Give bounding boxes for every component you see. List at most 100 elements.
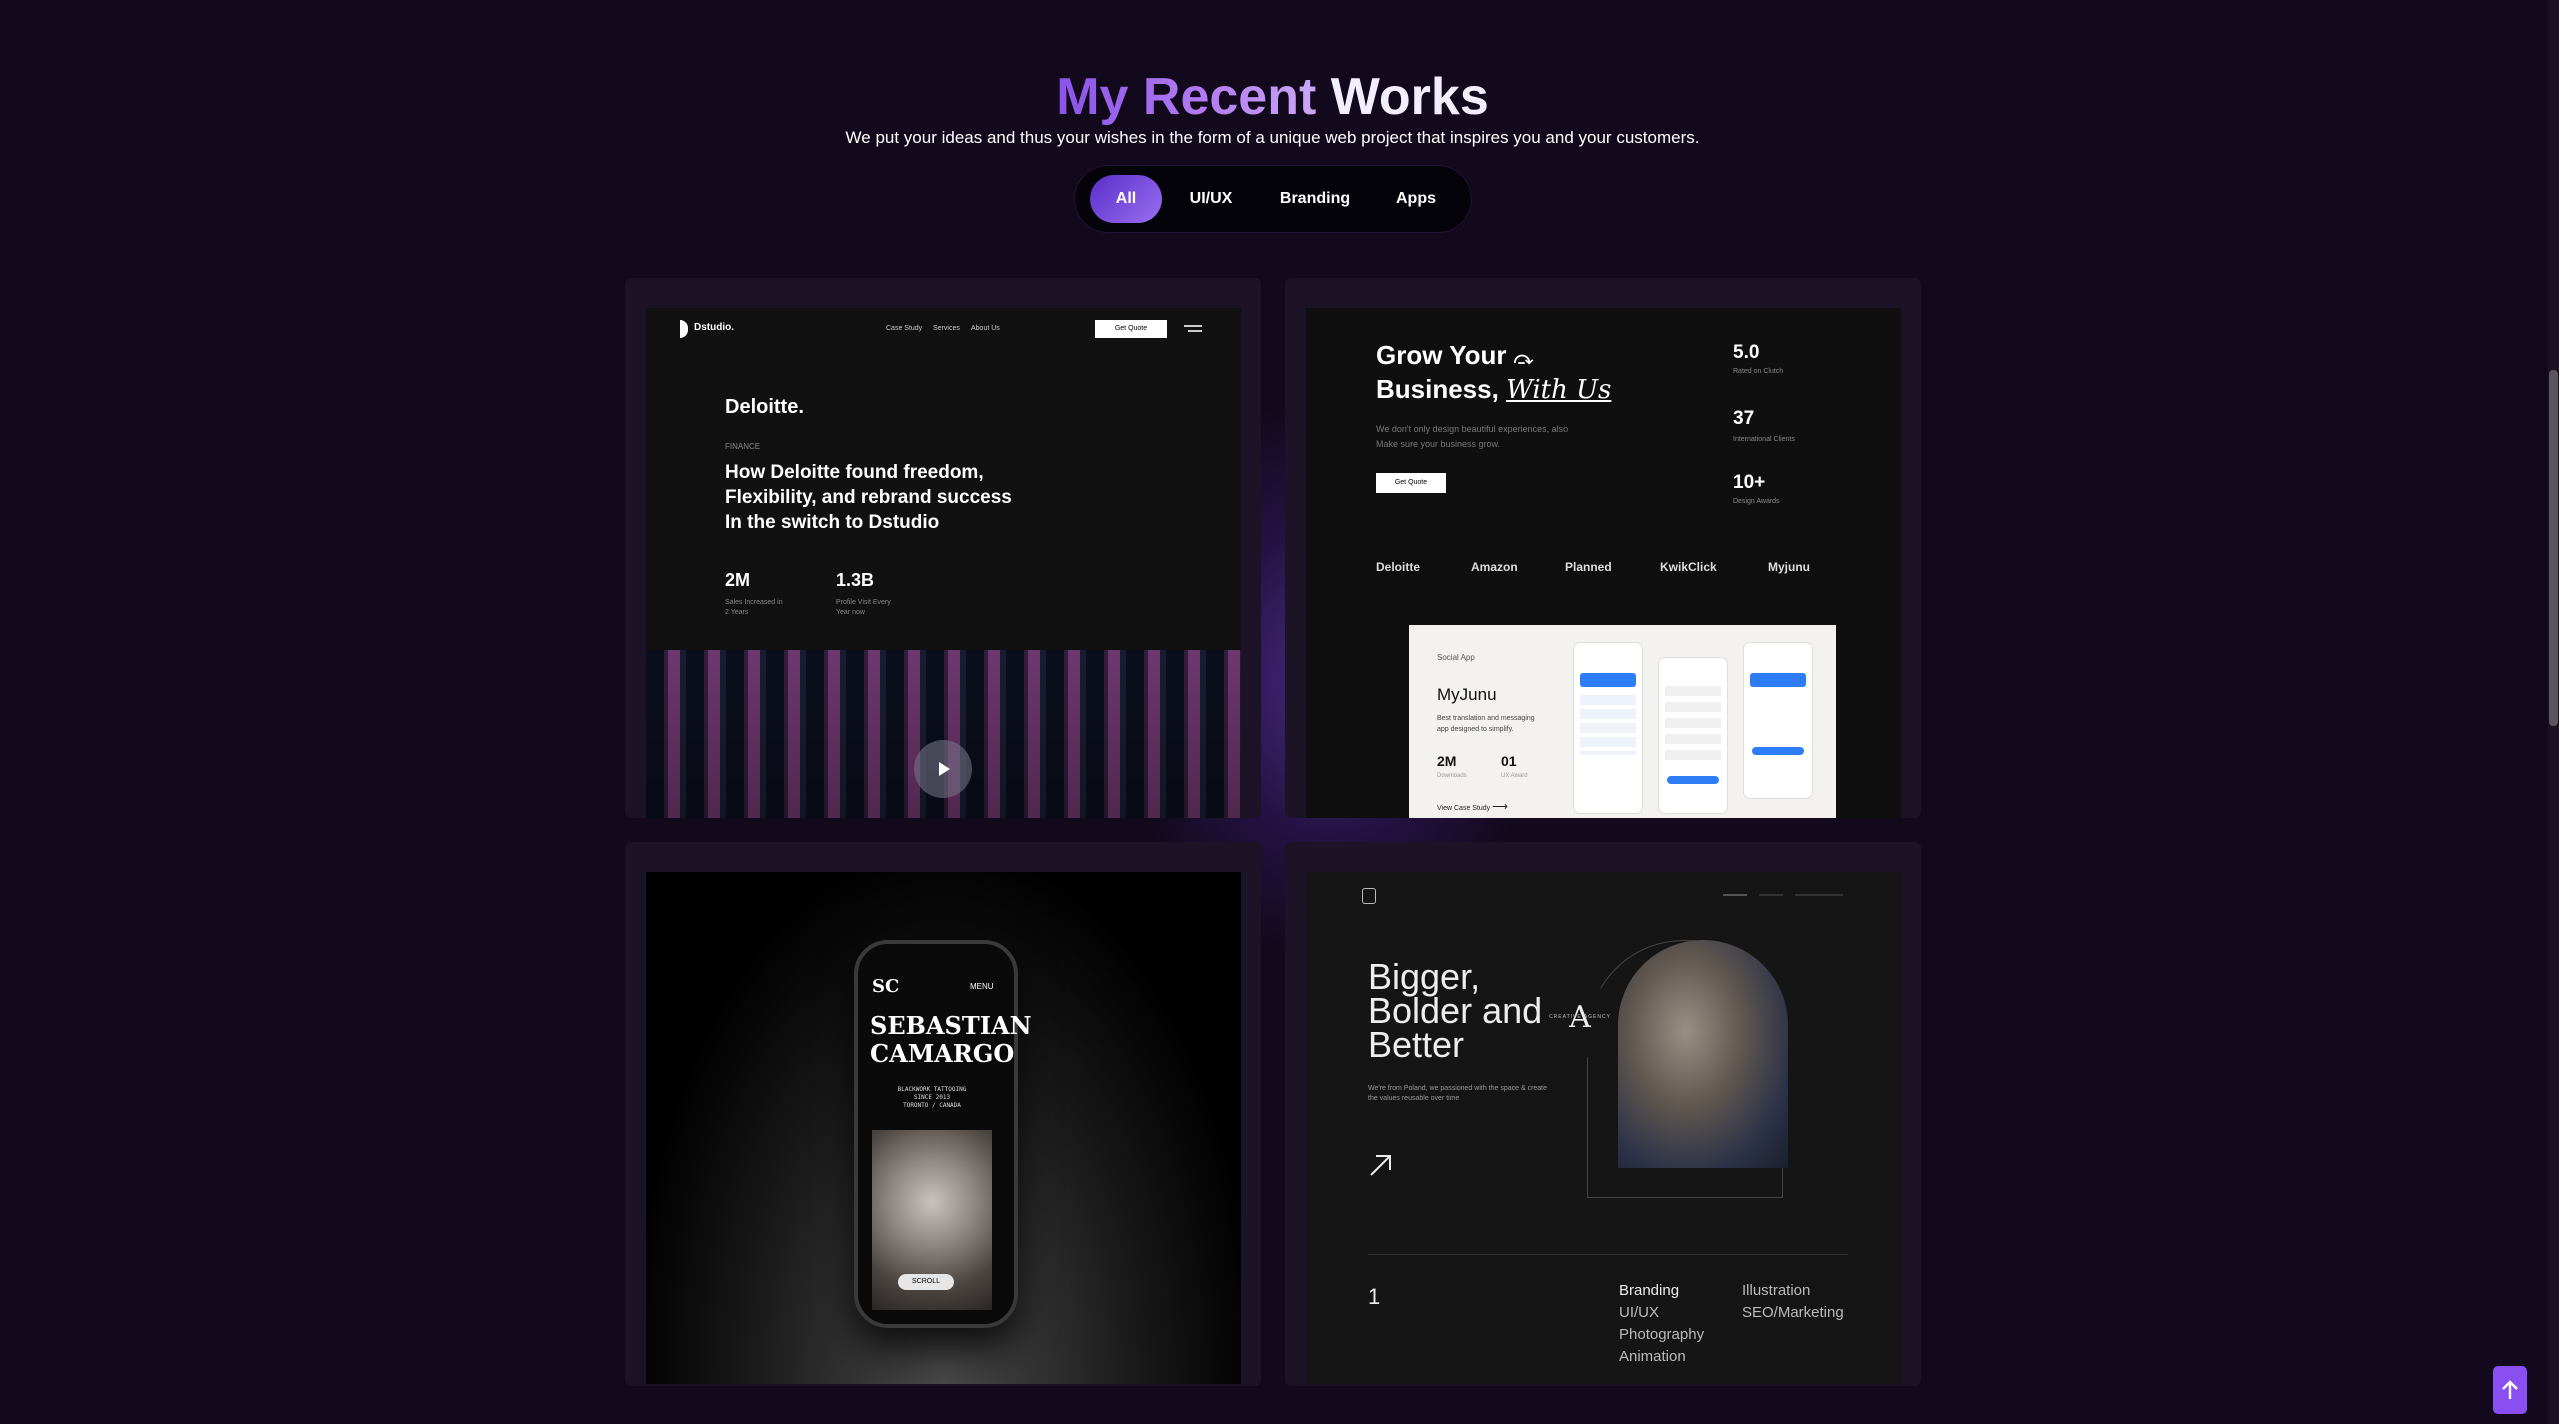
headline-line: Bigger, <box>1368 956 1481 997</box>
stat-caption: Sales Increased in 2 Years <box>725 598 783 618</box>
headline-line-1: How Deloitte found freedom, <box>725 462 984 483</box>
project-preview-deloitte: Dstudio. Case Study Services About Us Ge… <box>646 308 1241 818</box>
headline-text: Grow Your <box>1376 340 1507 370</box>
project-card-deloitte[interactable]: Dstudio. Case Study Services About Us Ge… <box>625 278 1261 818</box>
filter-tab-all[interactable]: All <box>1090 175 1162 223</box>
case-description: Best translation and messaging app desig… <box>1437 713 1535 735</box>
project-preview-sebastian-camargo: SC MENU SEBASTIAN CAMARGO BLACKWORK TATT… <box>646 872 1241 1384</box>
service-item: SEO/Marketing <box>1742 1304 1844 1321</box>
details-line: TORONTO / CANADA <box>903 1102 961 1109</box>
app-screen-mockup <box>1744 643 1812 798</box>
menu-label: MENU <box>970 982 994 991</box>
headline-line-2: Flexibility, and rebrand success <box>725 487 1012 508</box>
menu-icon-line <box>1188 330 1202 332</box>
arrow-right-icon: ⟶ <box>1492 801 1508 813</box>
description-line: Make sure your business grow. <box>1376 439 1501 449</box>
artist-details: BLACKWORK TATTOOING SINCE 2013 TORONTO /… <box>858 1086 1006 1110</box>
artist-name-line: CAMARGO <box>870 1039 1015 1068</box>
section-title-rest: Works <box>1330 68 1489 126</box>
client-logo: Deloitte <box>1376 560 1421 574</box>
description-line: We're from Poland, we passioned with the… <box>1368 1085 1548 1092</box>
service-item: Animation <box>1619 1348 1686 1365</box>
get-quote-button: Get Quote <box>1095 320 1167 338</box>
case-description-line: Best translation and messaging <box>1437 715 1535 722</box>
arrow-up-icon <box>2502 1380 2518 1399</box>
service-item: UI/UX <box>1619 1304 1660 1321</box>
divider <box>1368 1254 1848 1255</box>
myjunu-case-card: Social App MyJunu Best translation and m… <box>1409 625 1836 818</box>
stat-caption-line: Year now <box>836 609 865 616</box>
stat-caption-line: Sales Increased in <box>725 599 783 606</box>
grow-headline-line1: Grow Your ⤼ <box>1376 340 1533 371</box>
project-index: 1 <box>1368 1284 1381 1309</box>
agency-logo-icon <box>1362 888 1376 904</box>
client-logo: Planned <box>1565 560 1612 574</box>
artist-name-line: SEBASTIAN <box>870 1011 1032 1040</box>
service-item: Branding <box>1619 1282 1680 1299</box>
case-name: MyJunu <box>1437 685 1497 704</box>
scroll-to-top-button[interactable] <box>2493 1366 2527 1414</box>
project-card-bigger-bolder[interactable]: Bigger, Bolder and Better We're from Pol… <box>1285 842 1921 1386</box>
project-card-grow-business[interactable]: Grow Your ⤼ Business, With Us We don't o… <box>1285 278 1921 818</box>
stat-value: 2M <box>725 570 751 590</box>
nav-services: Services <box>933 325 960 332</box>
services-list: Branding UI/UX Photography Animation <box>1619 1280 1704 1368</box>
arrow-up-right-icon <box>1370 1155 1391 1176</box>
stat-value: 1.3B <box>836 570 875 590</box>
project-card-sebastian-camargo[interactable]: SC MENU SEBASTIAN CAMARGO BLACKWORK TATT… <box>625 842 1261 1386</box>
section-title-highlight: My Recent <box>1056 68 1317 126</box>
statue-image <box>1618 940 1788 1168</box>
section-title: My Recent Works <box>0 62 2545 132</box>
get-quote-button: Get Quote <box>1376 473 1446 493</box>
stat-value: 5.0 <box>1733 342 1760 363</box>
stat-caption: Rated on Clutch <box>1733 368 1784 375</box>
sc-logo: SC <box>872 976 900 997</box>
case-description-line: app designed to simplify. <box>1437 726 1514 733</box>
dstudio-logo-icon <box>680 320 688 338</box>
nav-about-us: About Us <box>971 325 1000 332</box>
description-line: the values reusable over time <box>1368 1095 1460 1102</box>
case-stat-caption: Downloads <box>1437 773 1467 779</box>
case-headline: How Deloitte found freedom, Flexibility,… <box>725 460 1012 535</box>
headline-line: Bolder and <box>1368 990 1543 1031</box>
headline-line: Better <box>1368 1024 1465 1065</box>
case-stat-value: 01 <box>1501 753 1517 769</box>
details-line: BLACKWORK TATTOOING <box>897 1086 967 1093</box>
filter-tab-uiux[interactable]: UI/UX <box>1175 175 1247 223</box>
description-line: We don't only design beautiful experienc… <box>1376 424 1569 434</box>
grow-headline-line2: Business, With Us <box>1376 374 1611 405</box>
app-screen-mockup <box>1659 658 1727 813</box>
stat-caption: International Clients <box>1733 436 1795 443</box>
link-text: View Case Study <box>1437 805 1491 812</box>
grow-description: We don't only design beautiful experienc… <box>1376 422 1568 452</box>
filter-tab-apps[interactable]: Apps <box>1375 175 1457 223</box>
nav-links <box>1723 894 1843 896</box>
client-name: Deloitte. <box>725 396 804 418</box>
curved-arrow-icon: ⤼ <box>1513 348 1533 368</box>
headline-text: Business, <box>1376 374 1499 404</box>
dstudio-brand: Dstudio. <box>694 322 734 333</box>
section-subtitle: We put your ideas and thus your wishes i… <box>845 128 1700 147</box>
menu-icon <box>1184 325 1202 327</box>
case-tag: Social App <box>1437 653 1475 662</box>
case-stat-value: 2M <box>1437 753 1457 769</box>
case-stat-caption: UX Award <box>1501 773 1528 779</box>
headline-emphasis: With Us <box>1506 375 1612 405</box>
filter-bar: All UI/UX Branding Apps <box>1075 166 1471 232</box>
bigger-headline: Bigger, Bolder and Better <box>1368 956 1543 1065</box>
services-list: Illustration SEO/Marketing <box>1742 1280 1844 1324</box>
play-button <box>914 740 972 798</box>
bigger-description: We're from Poland, we passioned with the… <box>1368 1084 1547 1104</box>
headline-line-3: In the switch to Dstudio <box>725 512 940 533</box>
app-screen-mockup <box>1574 643 1642 813</box>
stat-value: 10+ <box>1733 472 1766 493</box>
award-badge-text: CREATIVE AGENCY AWARD WINNERS <box>1549 1014 1611 1020</box>
client-logo: KwikClick <box>1660 560 1717 574</box>
filter-tab-branding[interactable]: Branding <box>1260 175 1370 223</box>
project-preview-bigger-bolder: Bigger, Bolder and Better We're from Pol… <box>1306 872 1901 1384</box>
scrollbar-thumb[interactable] <box>2549 370 2558 726</box>
stat-caption: Profile Visit Every Year now <box>836 598 891 618</box>
project-preview-grow-business: Grow Your ⤼ Business, With Us We don't o… <box>1306 308 1901 818</box>
artist-name: SEBASTIAN CAMARGO <box>870 1012 1032 1068</box>
award-badge: A CREATIVE AGENCY AWARD WINNERS <box>1542 982 1618 1058</box>
